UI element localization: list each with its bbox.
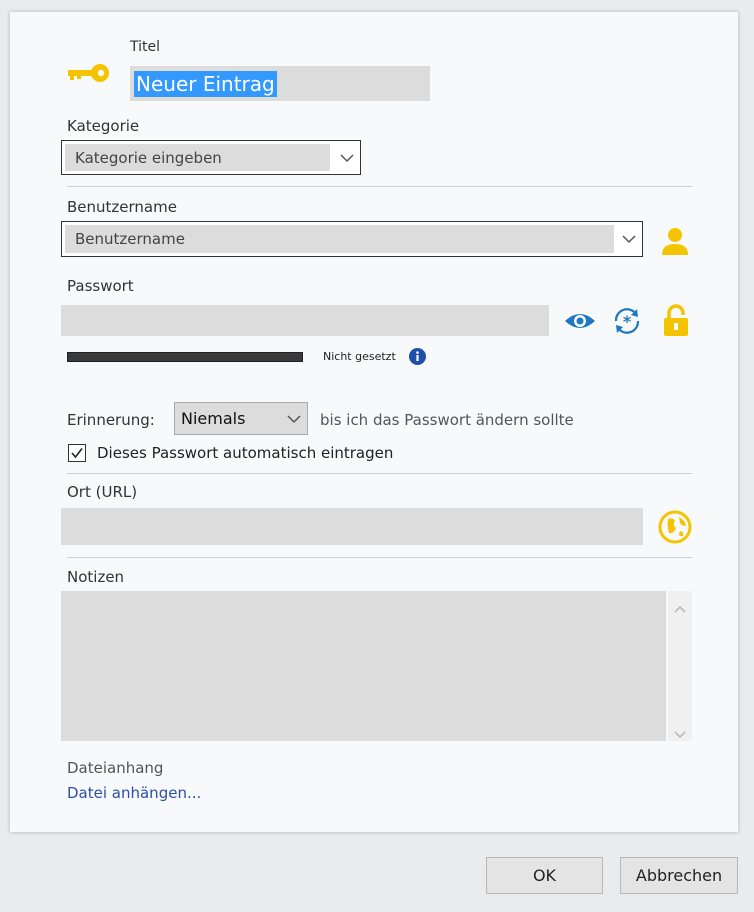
scroll-up-icon[interactable] bbox=[674, 599, 686, 617]
password-label: Passwort bbox=[67, 277, 134, 295]
chevron-down-icon[interactable] bbox=[622, 230, 636, 248]
title-value: Neuer Eintrag bbox=[134, 70, 277, 97]
reminder-selected: Niemals bbox=[181, 409, 246, 428]
username-label: Benutzername bbox=[67, 198, 177, 216]
reminder-select[interactable]: Niemals bbox=[174, 402, 308, 435]
lock-icon[interactable] bbox=[660, 303, 692, 339]
generate-password-icon[interactable]: * bbox=[610, 304, 644, 338]
divider bbox=[67, 186, 692, 187]
svg-text:*: * bbox=[623, 312, 632, 331]
username-input[interactable]: Benutzername bbox=[65, 225, 614, 253]
user-icon[interactable] bbox=[658, 224, 692, 258]
notes-textarea[interactable] bbox=[61, 591, 666, 741]
chevron-down-icon[interactable] bbox=[340, 149, 354, 167]
title-label: Titel bbox=[130, 39, 161, 55]
chevron-down-icon[interactable] bbox=[287, 410, 301, 428]
category-label: Kategorie bbox=[67, 117, 140, 135]
url-label: Ort (URL) bbox=[67, 483, 138, 501]
eye-icon[interactable] bbox=[563, 307, 597, 335]
reminder-label: Erinnerung: bbox=[67, 411, 155, 429]
checkmark-icon bbox=[71, 448, 83, 459]
divider bbox=[67, 473, 692, 474]
entry-dialog: Titel Neuer Eintrag Kategorie Kategorie … bbox=[10, 12, 738, 832]
attach-file-link[interactable]: Datei anhängen... bbox=[67, 784, 201, 802]
notes-scrollbar[interactable] bbox=[668, 591, 692, 741]
title-input[interactable]: Neuer Eintrag bbox=[130, 66, 430, 101]
username-combobox[interactable]: Benutzername bbox=[61, 221, 643, 257]
ok-button[interactable]: OK bbox=[486, 857, 603, 894]
url-input[interactable] bbox=[61, 508, 643, 545]
info-icon[interactable] bbox=[409, 348, 426, 365]
scroll-down-icon[interactable] bbox=[674, 725, 686, 743]
autofill-checkbox[interactable] bbox=[68, 444, 86, 462]
reminder-suffix: bis ich das Passwort ändern sollte bbox=[320, 411, 574, 429]
category-input[interactable]: Kategorie eingeben bbox=[65, 144, 330, 171]
password-strength-bar bbox=[67, 352, 303, 362]
category-combobox[interactable]: Kategorie eingeben bbox=[61, 140, 361, 175]
attachment-label: Dateianhang bbox=[67, 759, 164, 777]
key-icon bbox=[66, 62, 112, 84]
password-input[interactable] bbox=[61, 305, 549, 336]
autofill-label[interactable]: Dieses Passwort automatisch eintragen bbox=[97, 444, 393, 462]
password-strength-text: Nicht gesetzt bbox=[323, 350, 396, 363]
globe-icon[interactable] bbox=[657, 509, 693, 545]
divider bbox=[67, 557, 692, 558]
notes-label: Notizen bbox=[67, 568, 125, 586]
cancel-button[interactable]: Abbrechen bbox=[620, 857, 738, 894]
